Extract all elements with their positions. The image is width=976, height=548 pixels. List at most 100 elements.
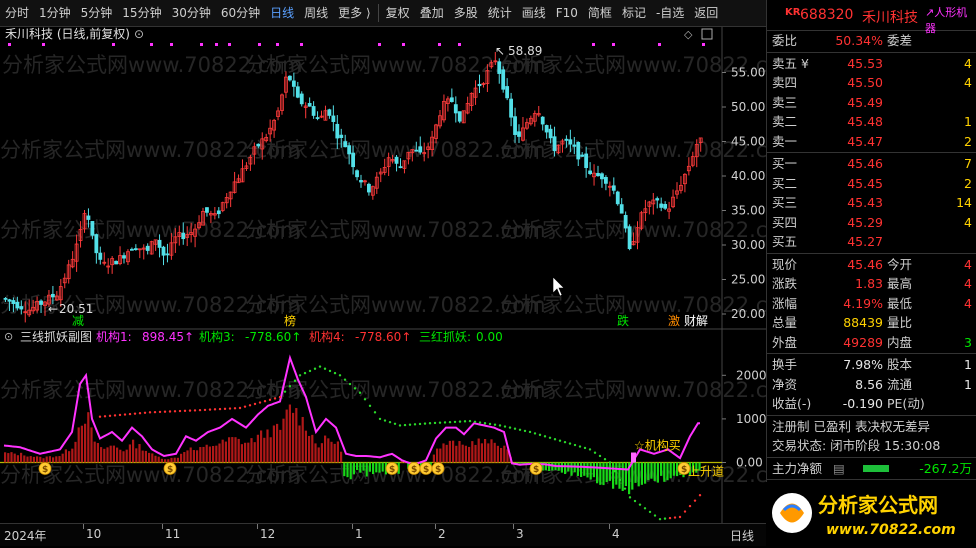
histogram-bar xyxy=(68,451,71,463)
ask-price[interactable]: 45.48 xyxy=(847,112,883,131)
tool-button-4[interactable]: 画线 xyxy=(517,0,551,26)
candle-body xyxy=(15,301,20,309)
period-tab-7[interactable]: 周线 xyxy=(299,0,333,26)
series-dot xyxy=(308,369,312,373)
histogram-bar xyxy=(183,452,186,463)
series-dot xyxy=(628,496,632,499)
tool-button-7[interactable]: 标记 xyxy=(617,0,651,26)
histogram-bar xyxy=(186,450,189,463)
histogram-bar xyxy=(141,450,144,463)
histogram-bar xyxy=(55,456,58,463)
histogram-bar xyxy=(71,448,74,463)
histogram-bar xyxy=(288,404,291,463)
series-dot xyxy=(658,517,662,521)
event-marker[interactable]: 减 xyxy=(72,314,84,328)
histogram-bar xyxy=(637,462,640,487)
tool-button-3[interactable]: 统计 xyxy=(483,0,517,26)
bid-price[interactable]: 45.27 xyxy=(847,232,883,251)
x-tick xyxy=(609,524,610,529)
histogram-bar xyxy=(48,456,51,463)
sub-toggle-icon[interactable]: ⊙ xyxy=(4,330,13,343)
histogram-bar xyxy=(7,453,10,463)
period-indicator[interactable]: 日线 xyxy=(730,527,754,544)
tool-button-6[interactable]: 简框 xyxy=(583,0,617,26)
event-marker[interactable]: 激 xyxy=(668,314,680,328)
stat-label: 现价 xyxy=(772,256,798,272)
histogram-bar xyxy=(202,446,205,463)
series-dot xyxy=(218,407,222,411)
period-tab-4[interactable]: 30分钟 xyxy=(167,0,216,26)
bid-volume: 14 xyxy=(956,195,972,210)
signal-dot xyxy=(215,43,218,46)
candle-body xyxy=(505,86,510,99)
sub-y-tick-label: 0.00 xyxy=(736,456,763,470)
tool-button-2[interactable]: 多股 xyxy=(449,0,483,26)
series-dot xyxy=(688,504,692,508)
series-dot xyxy=(283,390,287,393)
ask-price[interactable]: 45.47 xyxy=(847,132,883,151)
histogram-bar xyxy=(477,438,480,463)
series-dot xyxy=(448,420,452,424)
annot-jigou-buy: ☆机构买 xyxy=(634,438,681,453)
tool-button-9[interactable]: 返回 xyxy=(689,0,723,26)
sub-series-value: 0.00 xyxy=(476,330,503,344)
candle-body xyxy=(600,173,604,180)
maximize-icon[interactable] xyxy=(701,28,713,40)
signal-dot xyxy=(300,43,303,46)
histogram-bar xyxy=(343,462,346,477)
series-dot xyxy=(213,408,217,411)
period-tab-1[interactable]: 1分钟 xyxy=(34,0,76,26)
histogram-bar xyxy=(592,462,595,478)
period-tab-8[interactable]: 更多 ⟩ xyxy=(333,0,376,26)
candle-body xyxy=(453,104,458,114)
histogram-bar xyxy=(461,444,464,463)
ask-price[interactable]: 45.50 xyxy=(847,73,883,92)
tool-button-0[interactable]: 复权 xyxy=(381,0,415,26)
tool-button-5[interactable]: F10 xyxy=(551,0,583,26)
histogram-bar xyxy=(234,437,237,463)
period-tab-5[interactable]: 60分钟 xyxy=(216,0,265,26)
period-tab-3[interactable]: 15分钟 xyxy=(117,0,166,26)
diamond-icon[interactable]: ◇ xyxy=(684,28,693,41)
netflow-menu-icon[interactable]: ▤ xyxy=(833,459,845,478)
stat-label: 涨幅 xyxy=(772,295,798,311)
bid-price[interactable]: 45.29 xyxy=(847,213,883,232)
bid-price[interactable]: 45.45 xyxy=(847,174,883,193)
bid-price[interactable]: 45.46 xyxy=(847,154,883,173)
histogram-bar xyxy=(170,457,173,463)
series-dot xyxy=(433,421,437,425)
event-marker[interactable]: 财解 xyxy=(684,314,708,328)
candle-body xyxy=(568,139,573,145)
ask-price[interactable]: 45.53 xyxy=(847,54,883,73)
series-dot xyxy=(128,412,132,416)
series-dot xyxy=(593,451,597,454)
period-tab-0[interactable]: 分时 xyxy=(0,0,34,26)
y-tick-label: 20.00 xyxy=(731,307,765,321)
histogram-bar xyxy=(336,441,339,463)
tool-button-1[interactable]: 叠加 xyxy=(415,0,449,26)
histogram-bar xyxy=(576,462,579,476)
event-marker[interactable]: 榜 xyxy=(284,313,296,328)
period-tab-2[interactable]: 5分钟 xyxy=(76,0,118,26)
series-dot xyxy=(273,397,277,400)
period-tab-6[interactable]: 日线 xyxy=(265,0,299,26)
event-marker[interactable]: 跌 xyxy=(617,313,629,328)
series-dot xyxy=(483,422,487,425)
histogram-bar xyxy=(295,408,298,463)
stat-value: 4.19% xyxy=(843,295,883,311)
histogram-bar xyxy=(173,457,176,463)
tool-button-8[interactable]: -自选 xyxy=(651,0,689,26)
histogram-bar xyxy=(224,441,227,463)
title-dropdown-icon[interactable]: ⊙ xyxy=(134,27,144,41)
bid-price[interactable]: 45.43 xyxy=(847,193,883,212)
fin-label: 收益(-) xyxy=(772,396,812,411)
series-dot xyxy=(418,422,422,426)
bid-label: 买四 xyxy=(772,214,798,230)
chart-area[interactable]: 分析家公式网www.70822.com 分析家公式网www.70822.com 分析… xyxy=(0,27,766,523)
signal-dots xyxy=(8,43,705,46)
ask-price[interactable]: 45.49 xyxy=(847,93,883,112)
bid-label: 买二 xyxy=(772,175,798,191)
histogram-bar xyxy=(381,462,384,472)
candle-body xyxy=(366,183,371,193)
candle-body xyxy=(604,177,608,184)
